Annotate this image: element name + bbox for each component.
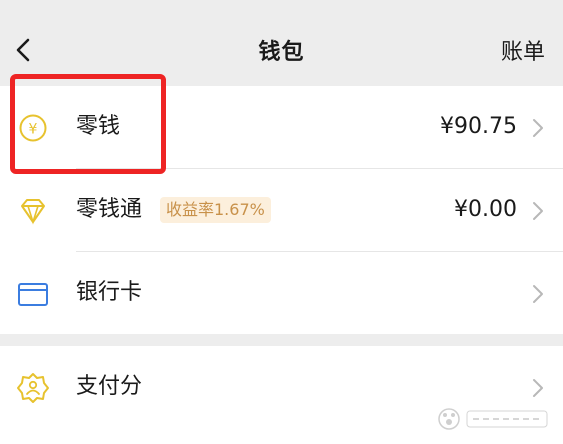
yen-coin-icon: ¥ xyxy=(19,114,47,142)
row-label: 零钱通 xyxy=(76,197,143,222)
row-label: 银行卡 xyxy=(76,280,143,305)
row-change-plus[interactable]: 零钱通 收益率1.67% ¥0.00 xyxy=(0,169,563,252)
yield-rate-badge: 收益率1.67% xyxy=(160,197,271,223)
svg-text:¥: ¥ xyxy=(29,122,38,138)
wallet-main-group: ¥ 零钱 ¥90.75 零钱通 收益率1.67% ¥0.00 银行卡 xyxy=(0,86,563,334)
bills-link[interactable]: 账单 xyxy=(501,34,545,66)
row-label: 零钱 xyxy=(76,114,121,139)
chevron-right-icon xyxy=(533,202,543,220)
chevron-right-icon xyxy=(533,285,543,303)
diamond-icon xyxy=(21,199,45,225)
pay-score-badge-icon xyxy=(17,373,49,403)
row-pay-score[interactable]: 支付分 xyxy=(0,346,563,429)
row-change[interactable]: ¥ 零钱 ¥90.75 xyxy=(0,86,563,169)
bank-card-icon xyxy=(18,283,48,306)
chevron-right-icon xyxy=(533,379,543,397)
wallet-secondary-group: 支付分 xyxy=(0,346,563,444)
row-label: 支付分 xyxy=(76,374,143,399)
balance-value: ¥90.75 xyxy=(440,114,517,139)
chevron-right-icon xyxy=(533,119,543,137)
balance-value: ¥0.00 xyxy=(454,197,517,222)
top-nav-bar: 钱包 账单 xyxy=(0,0,563,86)
page-title: 钱包 xyxy=(258,40,305,65)
row-bank-card[interactable]: 银行卡 xyxy=(0,252,563,335)
